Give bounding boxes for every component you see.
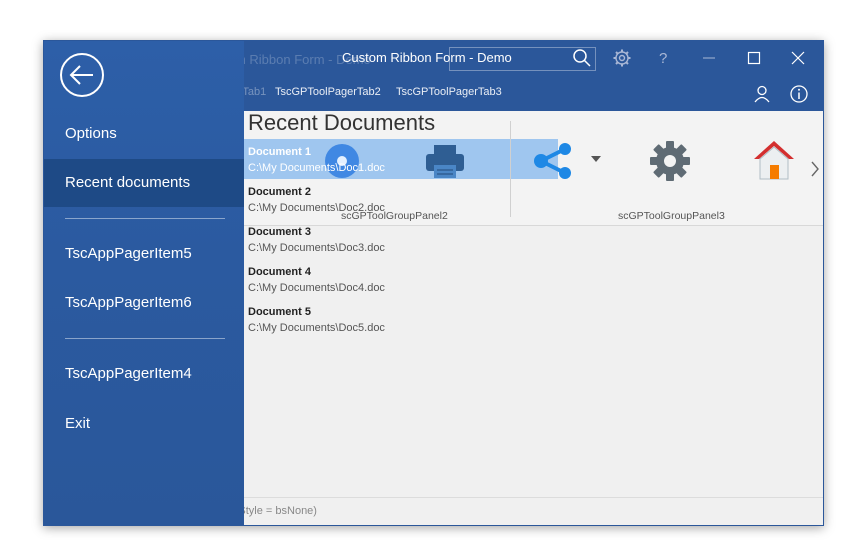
document-path: C:\My Documents\Doc4.doc (248, 282, 385, 294)
recent-document-item[interactable]: Document 2 C:\My Documents\Doc2.doc (244, 179, 559, 219)
search-icon[interactable] (572, 48, 592, 68)
sidebar-item-tscapppageritem6[interactable]: TscAppPagerItem6 (44, 279, 244, 327)
sidebar-divider (65, 218, 225, 219)
document-path: C:\My Documents\Doc5.doc (248, 322, 385, 334)
recent-document-item[interactable]: Document 4 C:\My Documents\Doc4.doc (244, 259, 559, 299)
arrow-left-icon (69, 65, 93, 85)
document-name: Document 4 (248, 266, 311, 278)
sidebar-item-recent-documents[interactable]: Recent documents (44, 159, 244, 207)
app-window: Custom Ribbon Form - Demo Custom Ribbon … (43, 40, 824, 526)
sidebar-item-exit[interactable]: Exit (44, 400, 244, 448)
group-label-3: scGPToolGroupPanel3 (618, 210, 725, 222)
sidebar-item-tscapppageritem4[interactable]: TscAppPagerItem4 (44, 350, 244, 398)
document-name: Document 3 (248, 226, 311, 238)
gear-icon[interactable] (612, 48, 632, 68)
document-name: Document 2 (248, 186, 311, 198)
sidebar-item-label: TscAppPagerItem6 (65, 294, 192, 311)
user-icon[interactable] (752, 84, 772, 104)
settings-gear-icon[interactable] (648, 139, 692, 183)
backstage-sidebar: Options Recent documents TscAppPagerItem… (44, 41, 244, 525)
sidebar-item-label: Exit (65, 415, 91, 432)
document-name: Document 1 (248, 146, 311, 158)
recent-document-item[interactable]: Document 1 C:\My Documents\Doc1.doc (244, 139, 559, 179)
document-path: C:\My Documents\Doc1.doc (248, 162, 385, 174)
document-path: C:\My Documents\Doc3.doc (248, 242, 385, 254)
info-icon[interactable] (789, 84, 809, 104)
back-button[interactable] (60, 53, 104, 97)
home-icon[interactable] (752, 138, 796, 182)
tab-3[interactable]: TscGPToolPagerTab3 (396, 86, 502, 98)
help-icon[interactable]: ? (656, 48, 672, 68)
recent-documents-title: Recent Documents (248, 110, 436, 135)
document-name: Document 5 (248, 306, 311, 318)
recent-document-item[interactable]: Document 5 C:\My Documents\Doc5.doc (244, 299, 559, 339)
close-icon[interactable] (791, 48, 805, 68)
dropdown-arrow-icon[interactable] (590, 154, 602, 164)
chevron-right-icon[interactable] (809, 159, 821, 179)
sidebar-divider (65, 338, 225, 339)
sidebar-item-tscapppageritem5[interactable]: TscAppPagerItem5 (44, 230, 244, 278)
minimize-icon[interactable] (702, 48, 716, 68)
sidebar-item-label: TscAppPagerItem5 (65, 245, 192, 262)
sidebar-item-label: Recent documents (65, 174, 191, 191)
maximize-icon[interactable] (747, 48, 761, 68)
tab-2[interactable]: TscGPToolPagerTab2 (275, 86, 381, 98)
sidebar-item-label: TscAppPagerItem4 (65, 365, 192, 382)
svg-text:?: ? (659, 50, 667, 67)
sidebar-item-options[interactable]: Options (44, 110, 244, 158)
recent-document-item[interactable]: Document 3 C:\My Documents\Doc3.doc (244, 219, 559, 259)
document-path: C:\My Documents\Doc2.doc (248, 202, 385, 214)
sidebar-item-label: Options (65, 125, 117, 142)
